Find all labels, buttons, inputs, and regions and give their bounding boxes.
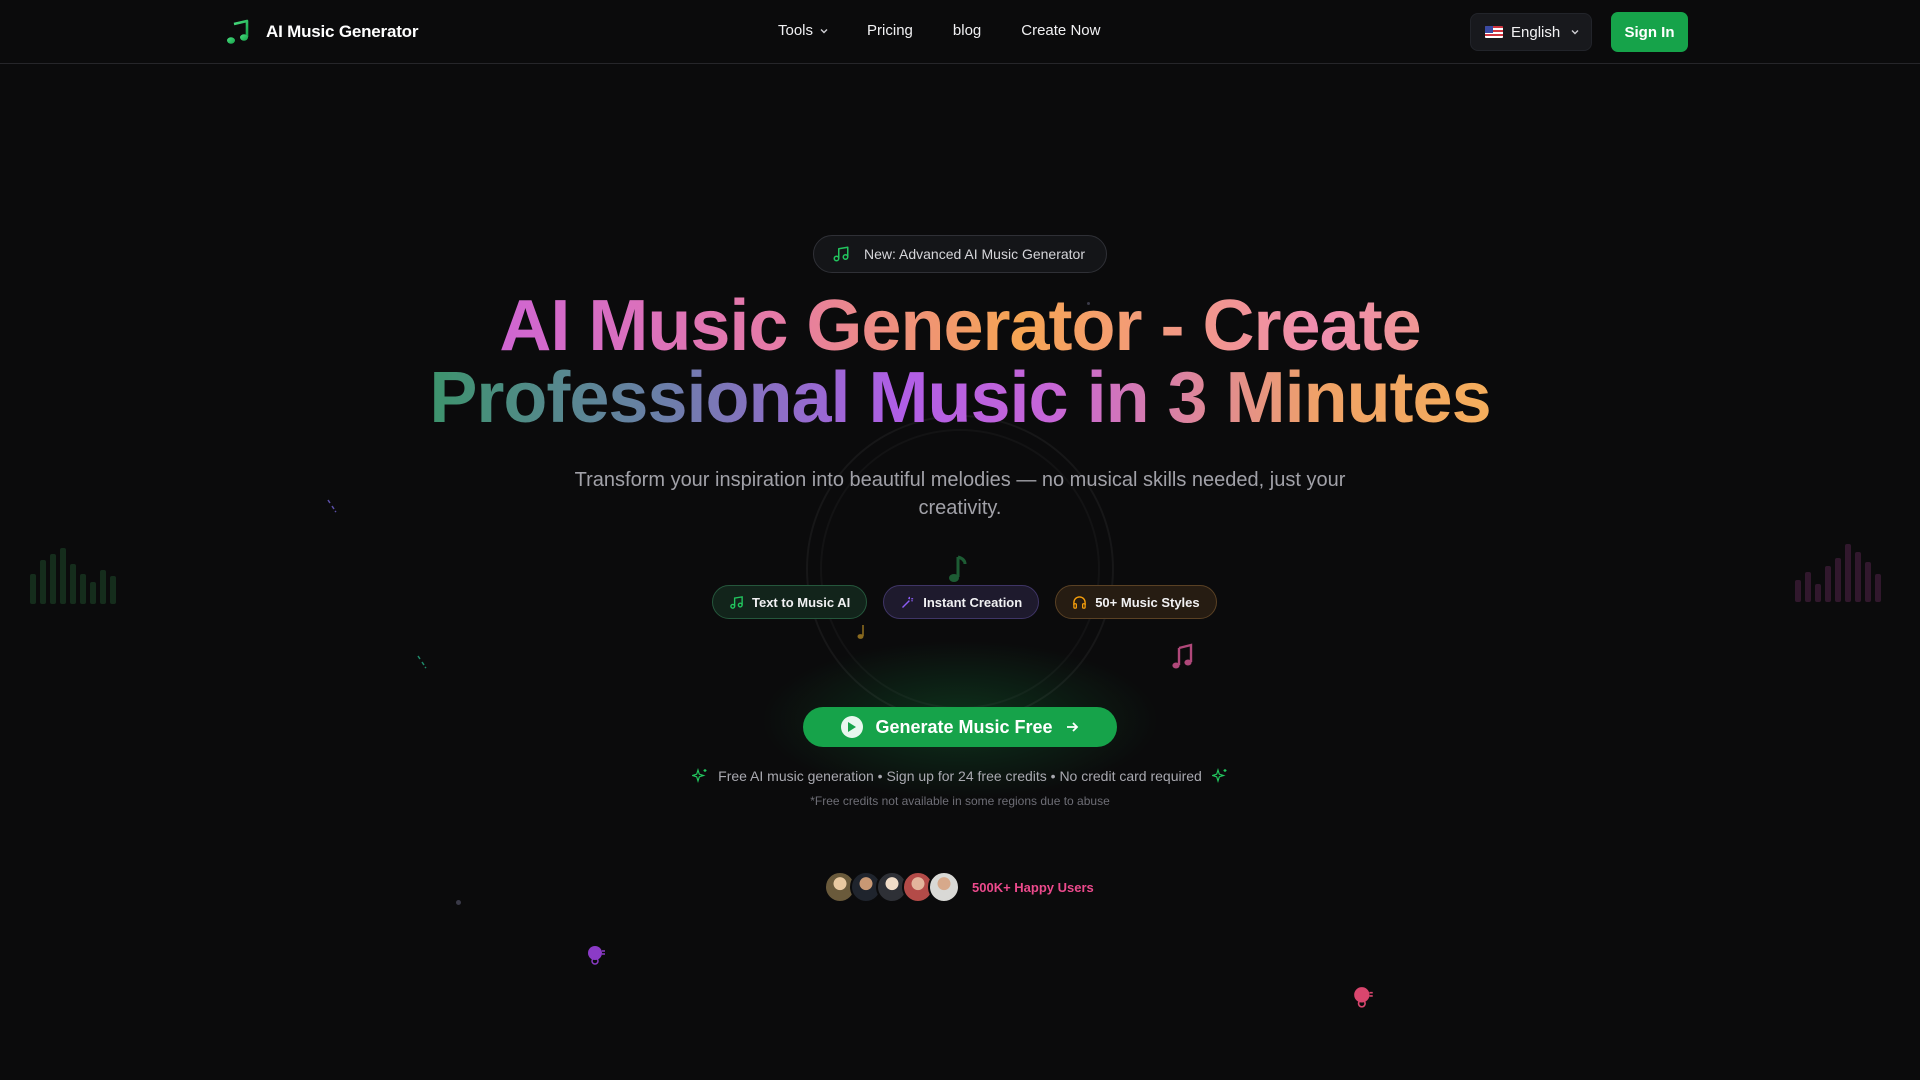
free-credits-text: Free AI music generation • Sign up for 2… <box>718 768 1202 784</box>
floating-bubble-decor <box>588 946 605 965</box>
chip-instant-creation: Instant Creation <box>883 585 1040 619</box>
us-flag-icon <box>1485 26 1503 38</box>
nav-pricing-link[interactable]: Pricing <box>867 22 913 39</box>
headline-line-2: Professional Music in 3 Minutes <box>360 362 1560 434</box>
floating-double-note-icon <box>1172 643 1193 669</box>
hero-subtitle: Transform your inspiration into beautifu… <box>574 469 1346 519</box>
badge-text: New: Advanced AI Music Generator <box>864 246 1085 262</box>
fine-print: *Free credits not available in some regi… <box>810 794 1110 808</box>
nav-blog-link[interactable]: blog <box>953 22 981 39</box>
play-icon <box>841 716 864 738</box>
nav-tools-dropdown[interactable]: Tools <box>778 22 829 39</box>
music-note-icon <box>730 595 743 609</box>
main-nav: Tools Pricing blog Create Now <box>778 22 1100 39</box>
equalizer-right-decor <box>1795 540 1881 602</box>
chevron-down-icon <box>820 28 828 33</box>
brand-logo-link[interactable]: AI Music Generator <box>226 18 418 46</box>
music-note-icon <box>833 246 849 262</box>
chip-label: 50+ Music Styles <box>1095 594 1200 610</box>
generate-music-free-button[interactable]: Generate Music Free <box>803 707 1117 747</box>
chip-label: Text to Music AI <box>752 594 851 610</box>
brand-name: AI Music Generator <box>266 22 419 41</box>
floating-note-icon <box>949 555 967 582</box>
cta-label: Generate Music Free <box>875 716 1053 737</box>
announcement-badge[interactable]: New: Advanced AI Music Generator <box>813 235 1107 273</box>
decor-dot <box>456 900 461 905</box>
headline-line-1: AI Music Generator - Create <box>360 290 1560 362</box>
arrow-right-icon <box>1066 722 1078 732</box>
headphones-icon <box>1073 595 1087 609</box>
sparkles-icon <box>1211 768 1227 784</box>
music-note-icon <box>226 18 252 46</box>
sign-in-button[interactable]: Sign In <box>1611 12 1688 52</box>
nav-tools-label: Tools <box>778 22 814 39</box>
chevron-down-icon <box>1571 30 1579 35</box>
chip-text-to-music: Text to Music AI <box>712 585 868 619</box>
language-selector[interactable]: English <box>1470 13 1592 51</box>
magic-wand-icon <box>902 596 914 608</box>
floating-note-icon <box>857 625 864 639</box>
happy-users-label: 500K+ Happy Users <box>972 879 1094 895</box>
sparkles-icon <box>692 768 707 784</box>
free-credits-note: Free AI music generation • Sign up for 2… <box>560 768 1360 784</box>
chip-label: Instant Creation <box>923 594 1023 610</box>
avatar-stack <box>824 871 960 903</box>
floating-sparkle-decor <box>327 499 337 513</box>
hero-headline: AI Music Generator - Create Professional… <box>360 290 1560 434</box>
avatar <box>928 871 960 903</box>
language-label: English <box>1511 23 1561 41</box>
chip-music-styles: 50+ Music Styles <box>1055 585 1217 619</box>
happy-users: 500K+ Happy Users <box>824 871 1094 903</box>
floating-sparkle-decor <box>417 655 427 669</box>
floating-bubble-decor <box>1354 987 1373 1008</box>
feature-chips: Text to Music AI Instant Creation 50+ Mu… <box>712 585 1217 619</box>
nav-create-now-link[interactable]: Create Now <box>1021 22 1100 39</box>
equalizer-left-decor <box>30 546 116 604</box>
top-navbar: AI Music Generator Tools Pricing blog Cr… <box>0 0 1920 64</box>
